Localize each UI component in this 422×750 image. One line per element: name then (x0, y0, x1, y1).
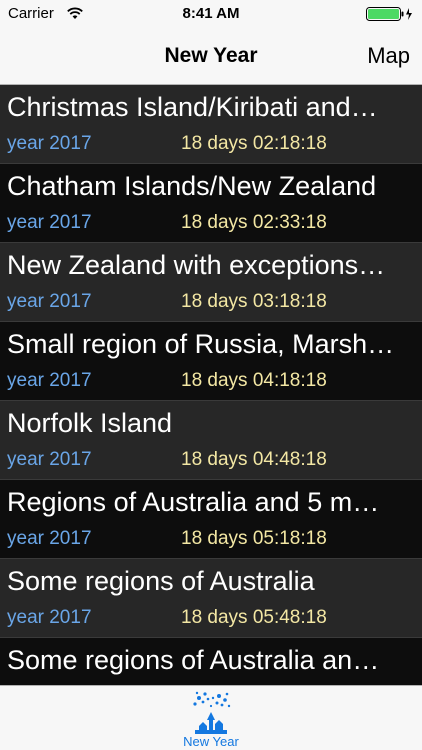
list-item[interactable]: New Zealand with exceptions… year 2017 1… (0, 243, 422, 322)
year-label: year 2017 (7, 607, 92, 628)
map-button[interactable]: Map (367, 43, 410, 69)
tab-bar: New Year (0, 685, 422, 750)
list-item[interactable]: Some regions of Australia an… (0, 638, 422, 685)
year-label: year 2017 (7, 291, 92, 312)
region-title: Some regions of Australia an… (7, 645, 380, 675)
countdown-label: 18 days 05:48:18 (181, 607, 327, 628)
status-time: 8:41 AM (182, 5, 240, 22)
year-label: year 2017 (7, 370, 92, 391)
region-title: Norfolk Island (7, 408, 173, 438)
list-item[interactable]: Some regions of Australia year 2017 18 d… (0, 559, 422, 638)
region-title: Regions of Australia and 5 m… (7, 487, 380, 517)
list-item[interactable]: Small region of Russia, Marsh… year 2017… (0, 322, 422, 401)
year-label: year 2017 (7, 449, 92, 470)
fireworks-icon (193, 691, 231, 734)
battery-icon (366, 7, 412, 21)
year-label: year 2017 (7, 212, 92, 233)
new-year-list[interactable]: Christmas Island/Kiribati and… year 2017… (0, 85, 422, 685)
countdown-label: 18 days 04:18:18 (181, 370, 327, 391)
list-item[interactable]: Norfolk Island year 2017 18 days 04:48:1… (0, 401, 422, 480)
status-bar: Carrier 8:41 AM (0, 0, 422, 28)
year-label: year 2017 (7, 133, 92, 154)
tab-label: New Year (183, 734, 239, 749)
countdown-label: 18 days 02:18:18 (181, 133, 327, 154)
region-title: Some regions of Australia (7, 566, 315, 596)
countdown-label: 18 days 03:18:18 (181, 291, 327, 312)
region-title: Chatham Islands/New Zealand (7, 171, 377, 201)
region-title: New Zealand with exceptions… (7, 250, 386, 280)
year-label: year 2017 (7, 528, 92, 549)
region-title: Small region of Russia, Marsh… (7, 329, 395, 359)
countdown-label: 18 days 02:33:18 (181, 212, 327, 233)
tab-new-year[interactable]: New Year (161, 688, 261, 749)
countdown-label: 18 days 04:48:18 (181, 449, 327, 470)
page-title: New Year (164, 44, 258, 67)
region-title: Christmas Island/Kiribati and… (7, 92, 378, 122)
list-item[interactable]: Christmas Island/Kiribati and… year 2017… (0, 85, 422, 164)
list-item[interactable]: Regions of Australia and 5 m… year 2017 … (0, 480, 422, 559)
countdown-label: 18 days 05:18:18 (181, 528, 327, 549)
list-item[interactable]: Chatham Islands/New Zealand year 2017 18… (0, 164, 422, 243)
navigation-bar: New Year Map (0, 28, 422, 85)
